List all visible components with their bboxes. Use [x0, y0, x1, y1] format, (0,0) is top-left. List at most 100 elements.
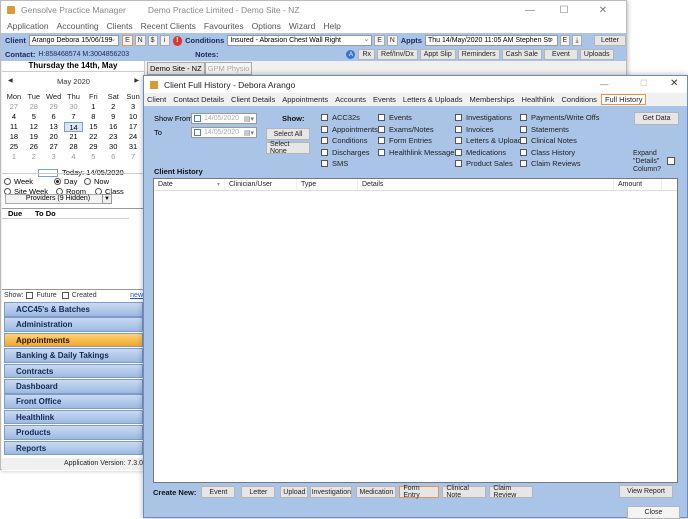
filter-sms[interactable]: SMS [321, 158, 378, 170]
tab-events[interactable]: Events [370, 95, 399, 104]
appt-slip-button[interactable]: Appt Slip [419, 49, 456, 60]
calendar-day[interactable]: 7 [64, 112, 84, 122]
calendar-day[interactable]: 27 [4, 102, 24, 112]
download-icon[interactable]: ⤓ [572, 35, 583, 46]
filter-product-sales[interactable]: Product Sales [455, 158, 526, 170]
col-date[interactable]: Date ▾ [154, 179, 225, 190]
tab-client[interactable]: Client [144, 95, 169, 104]
menu-options[interactable]: Options [252, 21, 281, 31]
appointment-edit-button[interactable]: E [559, 35, 571, 46]
checkbox[interactable] [455, 160, 462, 168]
calendar-day[interactable]: 10 [123, 112, 143, 122]
tab-contact-details[interactable]: Contact Details [170, 95, 227, 104]
create-upload-button[interactable]: Upload [280, 486, 309, 498]
tab-appointments[interactable]: Appointments [279, 95, 331, 104]
filter-events[interactable]: Events [378, 112, 458, 124]
menu-accounting[interactable]: Accounting [57, 21, 99, 31]
show-from-checkbox[interactable] [194, 115, 201, 122]
create-investigation-button[interactable]: Investigation [310, 486, 353, 498]
condition-new-button[interactable]: N [386, 35, 398, 46]
to-checkbox[interactable] [194, 129, 201, 136]
maximize-button[interactable]: ☐ [547, 1, 581, 19]
col-clinician[interactable]: Clinician/User [225, 179, 297, 190]
filter-medications[interactable]: Medications [455, 147, 526, 159]
calendar-day[interactable]: 29 [83, 142, 103, 152]
calendar-day[interactable]: 2 [103, 102, 123, 112]
checkbox[interactable] [520, 160, 527, 168]
new-todo-link[interactable]: new [130, 292, 143, 299]
menu-wizard[interactable]: Wizard [289, 21, 315, 31]
ref-inv-dx-button[interactable]: Ref/Inv/Dx [377, 49, 418, 60]
checkbox[interactable] [520, 125, 527, 133]
checkbox[interactable] [321, 114, 328, 122]
appointments-select[interactable]: Thu 14/May/2020 11:05 AM Stephen Str ⌄ [424, 35, 558, 46]
nav-item-acc45-s-batches[interactable]: ACC45's & Batches [4, 302, 143, 317]
checkbox[interactable] [378, 114, 385, 122]
nav-item-appointments[interactable]: Appointments [4, 332, 143, 348]
calendar-icon[interactable]: ▤▾ [244, 115, 254, 123]
nav-item-banking-daily-takings[interactable]: Banking & Daily Takings [4, 348, 143, 363]
calendar-day[interactable]: 2 [24, 152, 44, 162]
calendar-day[interactable]: 1 [83, 102, 103, 112]
create-medication-button[interactable]: Medication [356, 486, 397, 498]
tab-healthlink[interactable]: Healthlink [519, 95, 558, 104]
calendar-day[interactable]: 13 [44, 122, 64, 132]
calendar-day[interactable]: 6 [44, 112, 64, 122]
calendar-icon[interactable]: ▤▾ [244, 129, 254, 137]
filter-clinical-notes[interactable]: Clinical Notes [520, 135, 600, 147]
checkbox[interactable] [455, 125, 462, 133]
alert-icon[interactable]: ! [172, 35, 183, 46]
calendar-day[interactable]: 26 [24, 142, 44, 152]
uploads-button[interactable]: Uploads [579, 49, 614, 60]
menu-application[interactable]: Application [7, 21, 49, 31]
filter-class-history[interactable]: Class History [520, 147, 600, 159]
calendar-day[interactable]: 19 [24, 132, 44, 142]
calendar-day[interactable]: 21 [64, 132, 84, 142]
calendar-day[interactable]: 17 [123, 122, 143, 132]
menu-help[interactable]: Help [323, 21, 340, 31]
client-info-button[interactable]: i [159, 35, 170, 46]
checkbox[interactable] [378, 125, 385, 133]
calendar-day[interactable]: 9 [103, 112, 123, 122]
calendar-day[interactable]: 1 [4, 152, 24, 162]
filter-discharges[interactable]: Discharges [321, 147, 378, 159]
calendar-day[interactable]: 16 [103, 122, 123, 132]
radio-day[interactable] [54, 177, 61, 185]
filter-acc32s[interactable]: ACC32s [321, 112, 378, 124]
conditions-select[interactable]: Insured - Abrasion Chest Wall Right ⌄ [227, 35, 373, 46]
tab-letters-uploads[interactable]: Letters & Uploads [400, 95, 466, 104]
close-dialog-button[interactable]: Close [627, 506, 680, 519]
calendar-day[interactable]: 5 [24, 112, 44, 122]
show-from-date[interactable]: 14/05/2020 ▤▾ [191, 113, 257, 124]
client-account-button[interactable]: $ [147, 35, 158, 46]
calendar-day[interactable]: 28 [64, 142, 84, 152]
tab-memberships[interactable]: Memberships [467, 95, 518, 104]
created-checkbox[interactable] [61, 292, 69, 299]
future-checkbox[interactable] [26, 292, 34, 299]
reminders-button[interactable]: Reminders [457, 49, 500, 60]
create-form-entry-button[interactable]: Form Entry [399, 485, 440, 499]
view-report-button[interactable]: View Report [619, 485, 673, 498]
calendar-day[interactable]: 20 [44, 132, 64, 142]
calendar-day[interactable]: 3 [123, 102, 143, 112]
menu-favourites[interactable]: Favourites [204, 21, 244, 31]
calendar-day[interactable]: 27 [44, 142, 64, 152]
filter-payments-write-offs[interactable]: Payments/Write Offs [520, 112, 600, 124]
condition-edit-button[interactable]: E [374, 35, 385, 46]
filter-statements[interactable]: Statements [520, 124, 600, 136]
close-button[interactable]: ✕ [586, 1, 620, 19]
create-letter-button[interactable]: Letter [241, 486, 276, 498]
calendar-day[interactable]: 4 [4, 112, 24, 122]
col-type[interactable]: Type [297, 179, 358, 190]
calendar-day[interactable]: 28 [24, 102, 44, 112]
create-clinical-note-button[interactable]: Clinical Note [442, 485, 487, 499]
calendar-day[interactable]: 14 [63, 122, 84, 132]
nav-item-administration[interactable]: Administration [4, 317, 143, 332]
chevron-down-icon[interactable]: ▼ [102, 194, 112, 204]
calendar-day[interactable]: 8 [83, 112, 103, 122]
calendar-day[interactable]: 3 [44, 152, 64, 162]
checkbox[interactable] [321, 148, 328, 156]
providers-select[interactable]: Providers (9 Hidden) [5, 194, 111, 204]
calendar-day[interactable]: 30 [103, 142, 123, 152]
checkbox[interactable] [455, 114, 462, 122]
